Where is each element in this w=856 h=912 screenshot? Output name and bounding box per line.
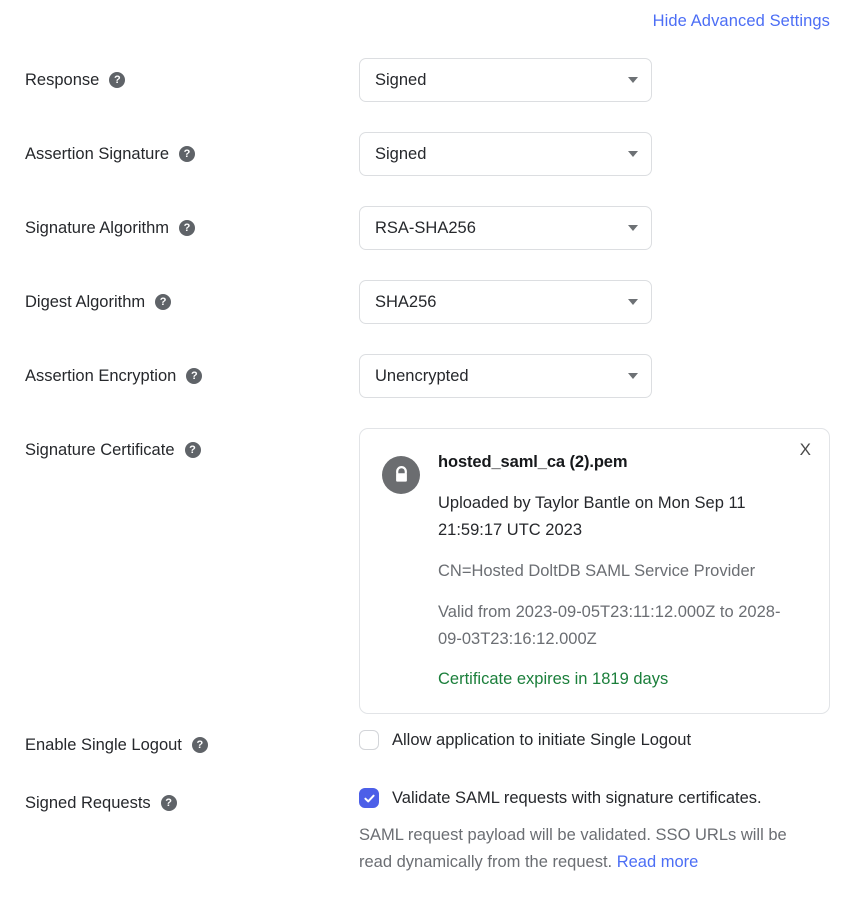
control-enable-single-logout: Allow application to initiate Single Log… — [359, 730, 856, 751]
saml-advanced-settings-form: Response ? Signed Assertion Signature ? … — [0, 58, 856, 876]
label-enable-single-logout: Enable Single Logout ? — [0, 732, 359, 758]
question-mark-icon[interactable]: ? — [191, 737, 208, 754]
control-signed-requests: Validate SAML requests with signature ce… — [359, 788, 856, 875]
certificate-card: X hosted_saml_ca (2).pem Uploaded by Tay… — [359, 428, 830, 715]
select-value-signature-algorithm: RSA-SHA256 — [375, 218, 476, 237]
field-row-assertion-encryption: Assertion Encryption ? Unencrypted — [0, 354, 856, 428]
select-value-digest-algorithm: SHA256 — [375, 292, 437, 311]
label-assertion-encryption: Assertion Encryption ? — [0, 354, 359, 398]
question-mark-icon[interactable]: ? — [184, 442, 201, 458]
label-signed-requests: Signed Requests ? — [0, 790, 359, 816]
label-text-assertion-encryption: Assertion Encryption — [25, 366, 177, 385]
signed-requests-note: SAML request payload will be validated. … — [359, 822, 821, 875]
label-signature-algorithm: Signature Algorithm ? — [0, 206, 359, 250]
certificate-uploaded-by: Uploaded by Taylor Bantle on Mon Sep 11 … — [438, 494, 746, 539]
field-row-digest-algorithm: Digest Algorithm ? SHA256 — [0, 280, 856, 354]
question-mark-icon[interactable]: ? — [186, 368, 203, 384]
control-response: Signed — [359, 58, 856, 102]
control-digest-algorithm: SHA256 — [359, 280, 856, 324]
select-response[interactable]: Signed — [359, 58, 652, 102]
select-digest-algorithm[interactable]: SHA256 — [359, 280, 652, 324]
certificate-subject: CN=Hosted DoltDB SAML Service Provider — [438, 562, 756, 581]
checkbox-row-signed-requests: Validate SAML requests with signature ce… — [359, 788, 856, 809]
select-assertion-signature[interactable]: Signed — [359, 132, 652, 176]
label-assertion-signature: Assertion Signature ? — [0, 132, 359, 176]
field-row-response: Response ? Signed — [0, 58, 856, 132]
label-text-digest-algorithm: Digest Algorithm — [25, 292, 146, 311]
chevron-down-icon — [628, 299, 638, 305]
control-assertion-signature: Signed — [359, 132, 856, 176]
question-mark-icon[interactable]: ? — [109, 72, 126, 88]
checkbox-label-enable-single-logout: Allow application to initiate Single Log… — [392, 730, 692, 749]
field-row-signed-requests: Signed Requests ? Validate SAML requests… — [0, 788, 856, 875]
select-value-assertion-encryption: Unencrypted — [375, 366, 469, 385]
label-digest-algorithm: Digest Algorithm ? — [0, 280, 359, 324]
checkbox-label-signed-requests: Validate SAML requests with signature ce… — [392, 788, 762, 807]
control-signature-certificate: X hosted_saml_ca (2).pem Uploaded by Tay… — [359, 428, 856, 715]
control-assertion-encryption: Unencrypted — [359, 354, 856, 398]
certificate-expiry-status: Certificate expires in 1819 days — [438, 669, 669, 688]
advanced-settings-bar: Hide Advanced Settings — [653, 12, 830, 31]
label-text-signature-certificate: Signature Certificate — [25, 440, 175, 459]
certificate-filename: hosted_saml_ca (2).pem — [438, 453, 628, 471]
select-signature-algorithm[interactable]: RSA-SHA256 — [359, 206, 652, 250]
hide-advanced-settings-link[interactable]: Hide Advanced Settings — [653, 12, 830, 30]
question-mark-icon[interactable]: ? — [179, 220, 195, 236]
checkbox-signed-requests[interactable] — [359, 788, 379, 809]
certificate-validity: Valid from 2023-09-05T23:11:12.000Z to 2… — [438, 603, 781, 648]
label-response: Response ? — [0, 58, 359, 102]
label-text-assertion-signature: Assertion Signature — [25, 144, 169, 163]
label-text-response: Response — [25, 70, 100, 89]
chevron-down-icon — [628, 151, 638, 157]
field-row-enable-single-logout: Enable Single Logout ? Allow application… — [0, 730, 856, 788]
question-mark-icon[interactable]: ? — [160, 795, 177, 812]
chevron-down-icon — [628, 373, 638, 379]
question-mark-icon[interactable]: ? — [179, 146, 195, 162]
checkbox-row-single-logout: Allow application to initiate Single Log… — [359, 730, 856, 751]
chevron-down-icon — [628, 225, 638, 231]
checkbox-enable-single-logout[interactable] — [359, 730, 379, 751]
read-more-link[interactable]: Read more — [617, 853, 699, 871]
close-icon[interactable]: X — [800, 441, 811, 458]
certificate-details: hosted_saml_ca (2).pem Uploaded by Taylo… — [438, 453, 807, 691]
lock-icon — [382, 456, 420, 494]
chevron-down-icon — [628, 77, 638, 83]
label-signature-certificate: Signature Certificate ? — [0, 428, 359, 472]
signed-requests-note-text: SAML request payload will be validated. … — [359, 826, 787, 872]
question-mark-icon[interactable]: ? — [155, 294, 172, 310]
control-signature-algorithm: RSA-SHA256 — [359, 206, 856, 250]
field-row-signature-certificate: Signature Certificate ? X hosted_saml_ca… — [0, 428, 856, 715]
label-text-signed-requests: Signed Requests — [25, 793, 151, 812]
select-value-assertion-signature: Signed — [375, 144, 427, 163]
select-assertion-encryption[interactable]: Unencrypted — [359, 354, 652, 398]
label-text-enable-single-logout: Enable Single Logout — [25, 735, 182, 754]
label-text-signature-algorithm: Signature Algorithm — [25, 218, 169, 237]
field-row-assertion-signature: Assertion Signature ? Signed — [0, 132, 856, 206]
select-value-response: Signed — [375, 70, 427, 89]
field-row-signature-algorithm: Signature Algorithm ? RSA-SHA256 — [0, 206, 856, 280]
